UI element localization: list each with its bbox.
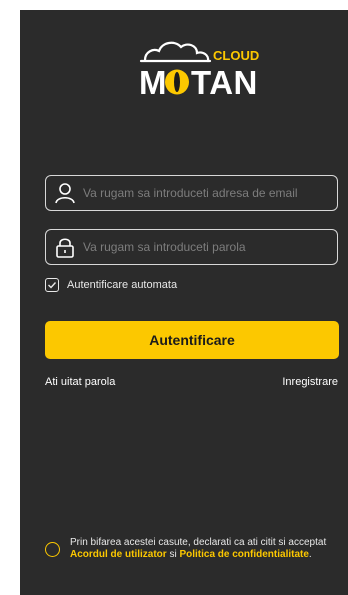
svg-text:TAN: TAN <box>191 64 258 100</box>
terms-link[interactable]: Acordul de utilizator <box>70 549 167 560</box>
agreement-and: si <box>166 549 180 560</box>
auto-login-label: Autentificare automata <box>67 279 178 291</box>
svg-text:M: M <box>139 64 167 100</box>
register-link[interactable]: Inregistrare <box>282 376 338 388</box>
logo-graphic: CLOUD M TAN <box>139 41 259 100</box>
agreement-text-after: . <box>308 549 312 560</box>
login-screen: CLOUD M TAN Va rugam sa introduceti adre… <box>20 10 348 595</box>
email-input[interactable] <box>83 186 337 200</box>
svg-text:CLOUD: CLOUD <box>213 48 259 63</box>
user-icon <box>52 180 78 206</box>
lock-icon <box>52 234 78 260</box>
motan-cloud-logo: CLOUD M TAN <box>115 30 275 100</box>
email-field[interactable] <box>45 175 338 211</box>
agreement-text: Prin bifarea acestei casute, declarati c… <box>70 537 345 561</box>
login-button[interactable]: Autentificare <box>45 321 339 359</box>
agreement-consent: Prin bifarea acestei casute, declarati c… <box>45 537 345 561</box>
forgot-password-link[interactable]: Ati uitat parola <box>45 376 115 388</box>
password-input[interactable] <box>83 240 337 254</box>
radio-empty-icon[interactable] <box>45 541 60 557</box>
privacy-link[interactable]: Politica de confidentialitate <box>179 549 308 560</box>
checkbox-checked-icon[interactable] <box>45 278 59 292</box>
agreement-text-before: Prin bifarea acestei casute, declarati c… <box>70 537 327 548</box>
auto-login-checkbox[interactable]: Autentificare automata <box>45 278 177 292</box>
password-field[interactable] <box>45 229 338 265</box>
